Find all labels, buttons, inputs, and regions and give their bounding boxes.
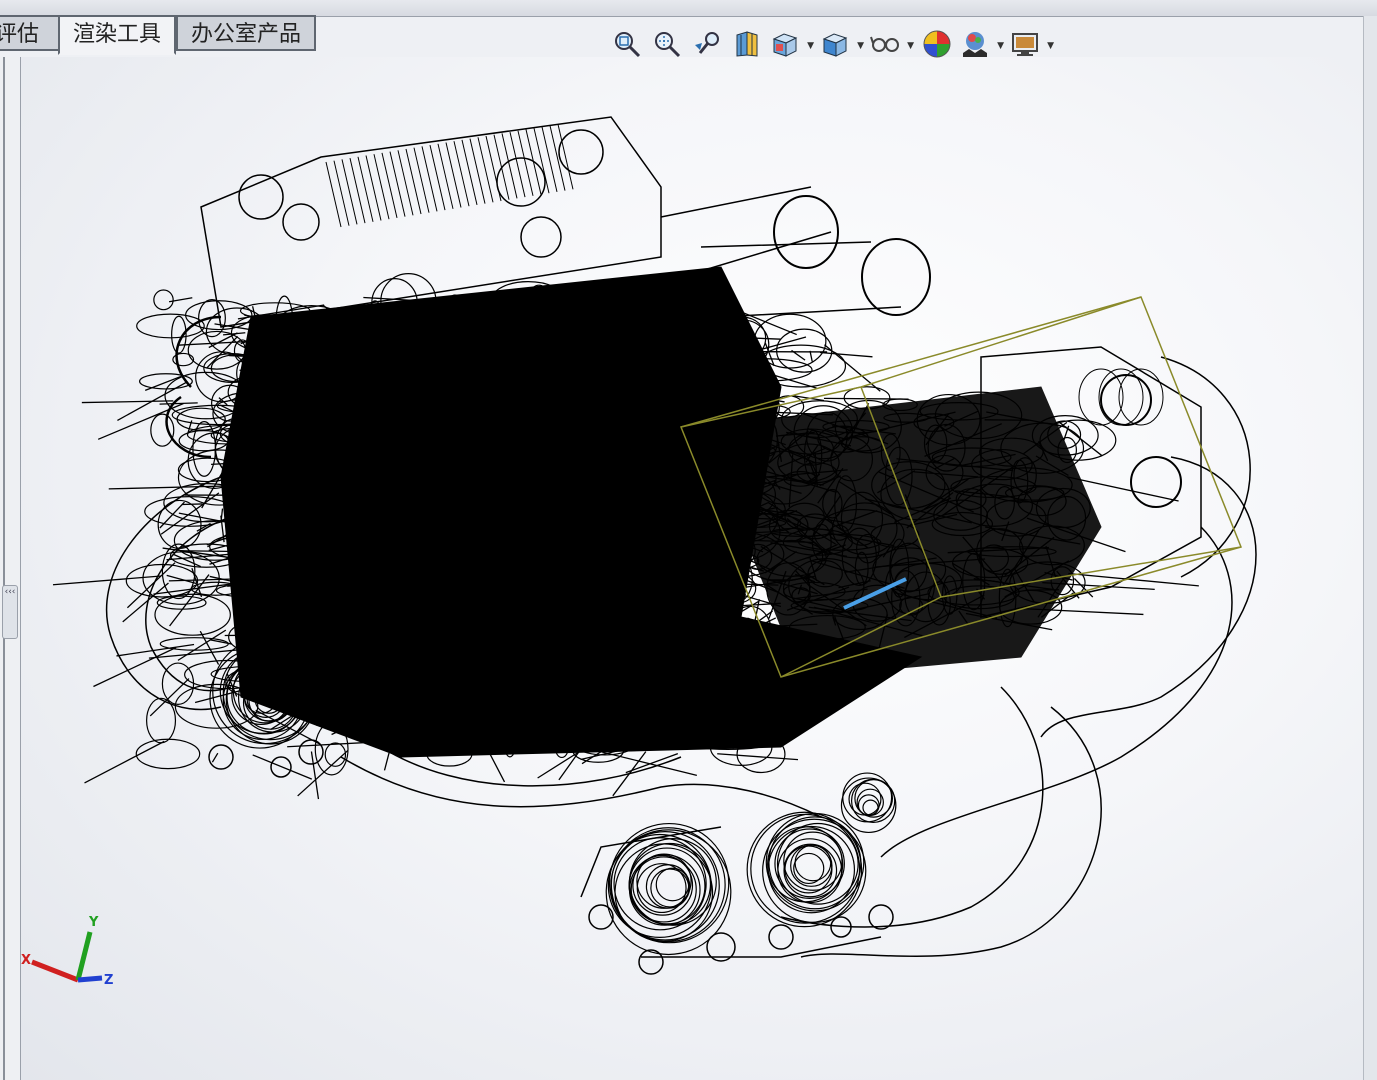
apply-scene-icon <box>963 32 987 57</box>
edit-appearance-button[interactable] <box>920 27 954 61</box>
edit-appearance-icon <box>923 30 951 58</box>
tab-evaluate[interactable]: 评估 <box>0 15 60 51</box>
y-axis-arrow <box>75 931 93 981</box>
view-settings-icon <box>1012 33 1038 56</box>
section-view-button[interactable] <box>730 27 764 61</box>
chevron-down-icon: ▼ <box>807 41 814 51</box>
heads-up-view-toolbar: ▼ ▼ ▼ ▼ ▼ <box>610 24 1054 64</box>
tab-office-products[interactable]: 办公室产品 <box>176 15 316 51</box>
chevron-down-icon: ▼ <box>1047 41 1054 51</box>
coordinate-triad: X Y Z <box>21 915 113 988</box>
pane-divider <box>3 57 5 1080</box>
panel-collapse-handle[interactable]: ‹‹‹ <box>2 585 18 639</box>
y-axis-label: Y <box>88 915 99 930</box>
hide-show-items-icon <box>870 36 899 52</box>
hide-show-items-button[interactable]: ▼ <box>870 27 914 61</box>
section-view-icon <box>736 31 758 57</box>
z-axis-arrow <box>77 975 103 983</box>
zoom-to-fit-button[interactable] <box>610 27 644 61</box>
view-orientation-button[interactable]: ▼ <box>770 27 814 61</box>
display-style-button[interactable]: ▼ <box>820 27 864 61</box>
previous-view-button[interactable] <box>690 27 724 61</box>
x-axis-arrow <box>31 959 79 983</box>
chevron-down-icon: ▼ <box>997 41 1004 51</box>
wireframe-model[interactable] <box>21 57 1363 1080</box>
zoom-to-area-button[interactable] <box>650 27 684 61</box>
z-axis-label: Z <box>104 973 113 988</box>
chevron-down-icon: ▼ <box>907 41 914 51</box>
view-orientation-icon <box>772 33 798 57</box>
display-style-icon <box>822 33 848 57</box>
graphics-area[interactable] <box>21 57 1363 1080</box>
previous-view-icon <box>695 32 719 54</box>
zoom-to-area-icon <box>655 32 681 58</box>
zoom-to-fit-icon <box>615 32 641 58</box>
view-settings-button[interactable]: ▼ <box>1010 27 1054 61</box>
apply-scene-button[interactable]: ▼ <box>960 27 1004 61</box>
x-axis-label: X <box>21 953 31 968</box>
task-pane-edge <box>1363 16 1377 1080</box>
chevron-down-icon: ▼ <box>857 41 864 51</box>
tab-render-tools[interactable]: 渲染工具 <box>58 15 176 55</box>
